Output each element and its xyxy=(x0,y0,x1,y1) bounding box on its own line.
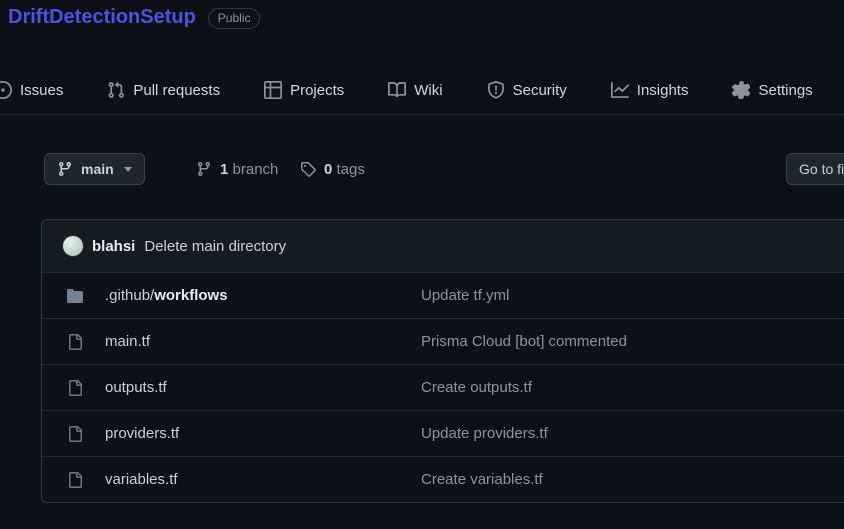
tags-text: 0 tags xyxy=(324,160,365,178)
tab-label: Pull requests xyxy=(133,81,221,99)
tab-settings[interactable]: Settings xyxy=(732,81,813,99)
tag-icon xyxy=(300,161,316,177)
file-link[interactable]: .github/workflows xyxy=(105,287,421,304)
file-icon xyxy=(67,380,83,396)
branches-text: 1 branch xyxy=(220,160,279,178)
nav-divider xyxy=(0,114,844,115)
gear-icon xyxy=(732,81,750,99)
table-row: .github/workflows Update tf.yml xyxy=(42,272,844,318)
project-table-icon xyxy=(264,81,282,99)
commit-message-cell[interactable]: Update tf.yml xyxy=(421,287,509,304)
file-link[interactable]: outputs.tf xyxy=(105,379,421,396)
tab-label: Projects xyxy=(290,81,345,99)
tags-link[interactable]: 0 tags xyxy=(300,153,365,185)
tab-label: Wiki xyxy=(414,81,443,99)
folder-icon xyxy=(67,288,83,304)
repo-nav: Issues Pull requests Projects Wiki Secur… xyxy=(0,70,813,110)
shield-icon xyxy=(487,81,505,99)
file-icon xyxy=(67,334,83,350)
file-icon xyxy=(67,472,83,488)
file-browser: blahsi Delete main directory .github/wor… xyxy=(41,219,844,503)
commit-message-cell[interactable]: Create variables.tf xyxy=(421,471,543,488)
issue-opened-icon xyxy=(0,81,12,99)
latest-commit-bar: blahsi Delete main directory xyxy=(42,220,844,272)
commit-message-cell[interactable]: Create outputs.tf xyxy=(421,379,532,396)
tab-label: Settings xyxy=(758,81,813,99)
tab-label: Issues xyxy=(20,81,64,99)
file-icon xyxy=(67,426,83,442)
github-repo-page: DriftDetectionSetup Public Issues Pull r… xyxy=(0,0,844,529)
commit-message-link[interactable]: Delete main directory xyxy=(144,238,286,255)
repo-header: DriftDetectionSetup Public xyxy=(8,6,261,29)
current-branch-label: main xyxy=(81,161,114,177)
table-row: variables.tf Create variables.tf xyxy=(42,456,844,502)
tab-issues[interactable]: Issues xyxy=(0,81,63,99)
graph-icon xyxy=(611,81,629,99)
tab-wiki[interactable]: Wiki xyxy=(388,81,443,99)
tab-pull-requests[interactable]: Pull requests xyxy=(107,81,220,99)
commit-message-cell[interactable]: Prisma Cloud [bot] commented xyxy=(421,333,627,350)
file-link[interactable]: variables.tf xyxy=(105,471,421,488)
file-link[interactable]: providers.tf xyxy=(105,425,421,442)
tab-projects[interactable]: Projects xyxy=(264,81,344,99)
avatar[interactable] xyxy=(63,236,83,256)
chevron-down-icon xyxy=(123,166,132,172)
git-pull-request-icon xyxy=(107,81,125,99)
visibility-badge: Public xyxy=(207,8,261,29)
table-row: providers.tf Update providers.tf xyxy=(42,410,844,456)
git-branch-icon xyxy=(196,161,212,177)
commit-message-cell[interactable]: Update providers.tf xyxy=(421,425,548,442)
book-icon xyxy=(388,81,406,99)
tab-label: Insights xyxy=(636,81,689,99)
tab-insights[interactable]: Insights xyxy=(611,81,689,99)
table-row: main.tf Prisma Cloud [bot] commented xyxy=(42,318,844,364)
table-row: outputs.tf Create outputs.tf xyxy=(42,364,844,410)
tab-label: Security xyxy=(512,81,567,99)
branch-selector-button[interactable]: main xyxy=(44,153,145,185)
repo-title-link[interactable]: DriftDetectionSetup xyxy=(8,6,196,29)
git-branch-icon xyxy=(57,161,73,177)
tab-security[interactable]: Security xyxy=(487,81,567,99)
branches-link[interactable]: 1 branch xyxy=(196,153,278,185)
go-to-file-button[interactable]: Go to file xyxy=(786,153,844,185)
commit-author-link[interactable]: blahsi xyxy=(92,238,135,255)
file-link[interactable]: main.tf xyxy=(105,333,421,350)
